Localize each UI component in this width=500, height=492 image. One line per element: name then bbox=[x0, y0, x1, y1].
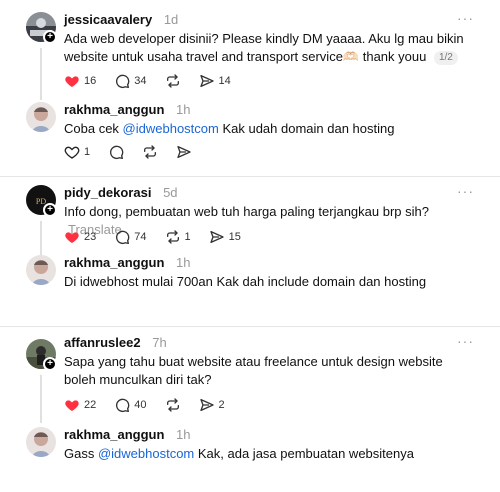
reply-text-part: Gass bbox=[64, 446, 98, 461]
thread-connector-line bbox=[40, 221, 42, 255]
repost-icon bbox=[165, 73, 181, 89]
username[interactable]: pidy_dekorasi bbox=[64, 185, 151, 200]
reply-header: rakhma_anggun 1h bbox=[64, 427, 191, 442]
reply-header: rakhma_anggun 1h bbox=[64, 255, 191, 270]
avatar[interactable] bbox=[26, 427, 56, 457]
thread-card: PD + pidy_dekorasi 5d ··· Info dong, pem… bbox=[0, 176, 500, 326]
heart-filled-icon bbox=[64, 229, 80, 245]
share-icon bbox=[176, 144, 192, 160]
post-body: Ada web developer disinii? Please kindly… bbox=[64, 31, 464, 64]
post-body: Info dong, pembuatan web tuh harga palin… bbox=[64, 204, 429, 219]
post-text: Sapa yang tahu buat website atau freelan… bbox=[64, 353, 474, 389]
like-button[interactable]: 22 bbox=[64, 397, 96, 413]
heart-filled-icon bbox=[64, 73, 80, 89]
share-icon bbox=[199, 73, 215, 89]
like-count: 22 bbox=[84, 399, 97, 411]
post-header: affanruslee2 7h bbox=[64, 335, 167, 350]
threads-feed: + jessicaavalery 1d ··· Ada web develope… bbox=[0, 0, 500, 492]
reply-time: 1h bbox=[176, 102, 191, 117]
like-count: 23 bbox=[84, 231, 97, 243]
reply-time: 1h bbox=[176, 427, 191, 442]
reply-header: rakhma_anggun 1h bbox=[64, 102, 191, 117]
share-button[interactable]: 15 bbox=[209, 229, 241, 245]
comment-count: 74 bbox=[134, 231, 147, 243]
like-button[interactable]: 23 bbox=[64, 229, 96, 245]
mention-link[interactable]: @idwebhostcom bbox=[123, 121, 219, 136]
repost-icon bbox=[142, 144, 158, 160]
share-count: 2 bbox=[218, 399, 225, 411]
thread-connector-line bbox=[40, 375, 42, 423]
post-time: 1d bbox=[163, 12, 179, 27]
post-actions: 23 74 1 15 bbox=[64, 229, 259, 245]
thread-connector-line bbox=[40, 48, 42, 100]
comment-button[interactable]: 40 bbox=[114, 397, 147, 413]
more-options-icon[interactable]: ··· bbox=[457, 333, 474, 349]
repost-icon bbox=[165, 229, 181, 245]
like-button[interactable]: 16 bbox=[64, 73, 96, 89]
share-button[interactable]: 14 bbox=[199, 73, 231, 89]
comment-count: 40 bbox=[134, 399, 147, 411]
heart-filled-icon bbox=[64, 397, 80, 413]
comment-icon bbox=[108, 144, 124, 160]
reply-text: Di idwebhost mulai 700an Kak dah include… bbox=[64, 273, 484, 291]
comment-icon bbox=[114, 229, 130, 245]
username[interactable]: rakhma_anggun bbox=[64, 255, 164, 270]
follow-plus-icon[interactable]: + bbox=[43, 357, 57, 371]
thread-card: + jessicaavalery 1d ··· Ada web develope… bbox=[0, 0, 500, 176]
repost-button[interactable] bbox=[165, 397, 181, 413]
like-count: 16 bbox=[84, 75, 97, 87]
post-time: 5d bbox=[163, 185, 178, 200]
comment-icon bbox=[114, 73, 130, 89]
post-actions: 22 40 2 bbox=[64, 397, 243, 413]
share-icon bbox=[209, 229, 225, 245]
post-text: Ada web developer disinii? Please kindly… bbox=[64, 30, 464, 66]
reply-text: Gass @idwebhostcom Kak, ada jasa pembuat… bbox=[64, 445, 484, 463]
share-count: 14 bbox=[218, 75, 231, 87]
reply-text-part: Kak, ada jasa pembuatan websitenya bbox=[194, 446, 414, 461]
post-actions: 16 34 14 bbox=[64, 73, 249, 89]
repost-button[interactable]: 1 bbox=[165, 229, 191, 245]
comment-button[interactable]: 34 bbox=[114, 73, 147, 89]
post-header: jessicaavalery 1d bbox=[64, 12, 178, 27]
like-button[interactable]: 1 bbox=[64, 144, 90, 160]
share-button[interactable] bbox=[176, 144, 192, 160]
reply-actions: 1 bbox=[64, 144, 210, 160]
post-header: pidy_dekorasi 5d bbox=[64, 185, 178, 200]
repost-count: 1 bbox=[184, 231, 191, 243]
like-count: 1 bbox=[84, 146, 91, 158]
reply-text: Coba cek @idwebhostcom Kak udah domain d… bbox=[64, 120, 464, 138]
avatar[interactable] bbox=[26, 255, 56, 285]
more-options-icon[interactable]: ··· bbox=[457, 10, 474, 26]
repost-button[interactable] bbox=[165, 73, 181, 89]
username[interactable]: rakhma_anggun bbox=[64, 102, 164, 117]
reply-text-part: Kak udah domain dan hosting bbox=[218, 121, 395, 136]
share-icon bbox=[199, 397, 215, 413]
share-button[interactable]: 2 bbox=[199, 397, 225, 413]
username[interactable]: rakhma_anggun bbox=[64, 427, 164, 442]
share-count: 15 bbox=[228, 231, 241, 243]
more-options-icon[interactable]: ··· bbox=[457, 183, 474, 199]
username[interactable]: jessicaavalery bbox=[64, 12, 152, 27]
comment-button[interactable]: 74 bbox=[114, 229, 147, 245]
post-time: 7h bbox=[152, 335, 167, 350]
reply-time: 1h bbox=[176, 255, 191, 270]
mention-link[interactable]: @idwebhostcom bbox=[98, 446, 194, 461]
thread-card: + affanruslee2 7h ··· Sapa yang tahu bua… bbox=[0, 326, 500, 492]
comment-count: 34 bbox=[134, 75, 147, 87]
repost-button[interactable] bbox=[142, 144, 158, 160]
follow-plus-icon[interactable]: + bbox=[43, 30, 57, 44]
repost-icon bbox=[165, 397, 181, 413]
follow-plus-icon[interactable]: + bbox=[43, 203, 57, 217]
reply-body: Di idwebhost mulai 700an Kak dah include… bbox=[64, 274, 427, 289]
avatar[interactable] bbox=[26, 102, 56, 132]
carousel-pager: 1/2 bbox=[433, 51, 458, 65]
comment-button[interactable] bbox=[108, 144, 124, 160]
comment-icon bbox=[114, 397, 130, 413]
heart-icon bbox=[64, 144, 80, 160]
post-body: Sapa yang tahu buat website atau freelan… bbox=[64, 354, 443, 387]
username[interactable]: affanruslee2 bbox=[64, 335, 141, 350]
reply-text-part: Coba cek bbox=[64, 121, 123, 136]
